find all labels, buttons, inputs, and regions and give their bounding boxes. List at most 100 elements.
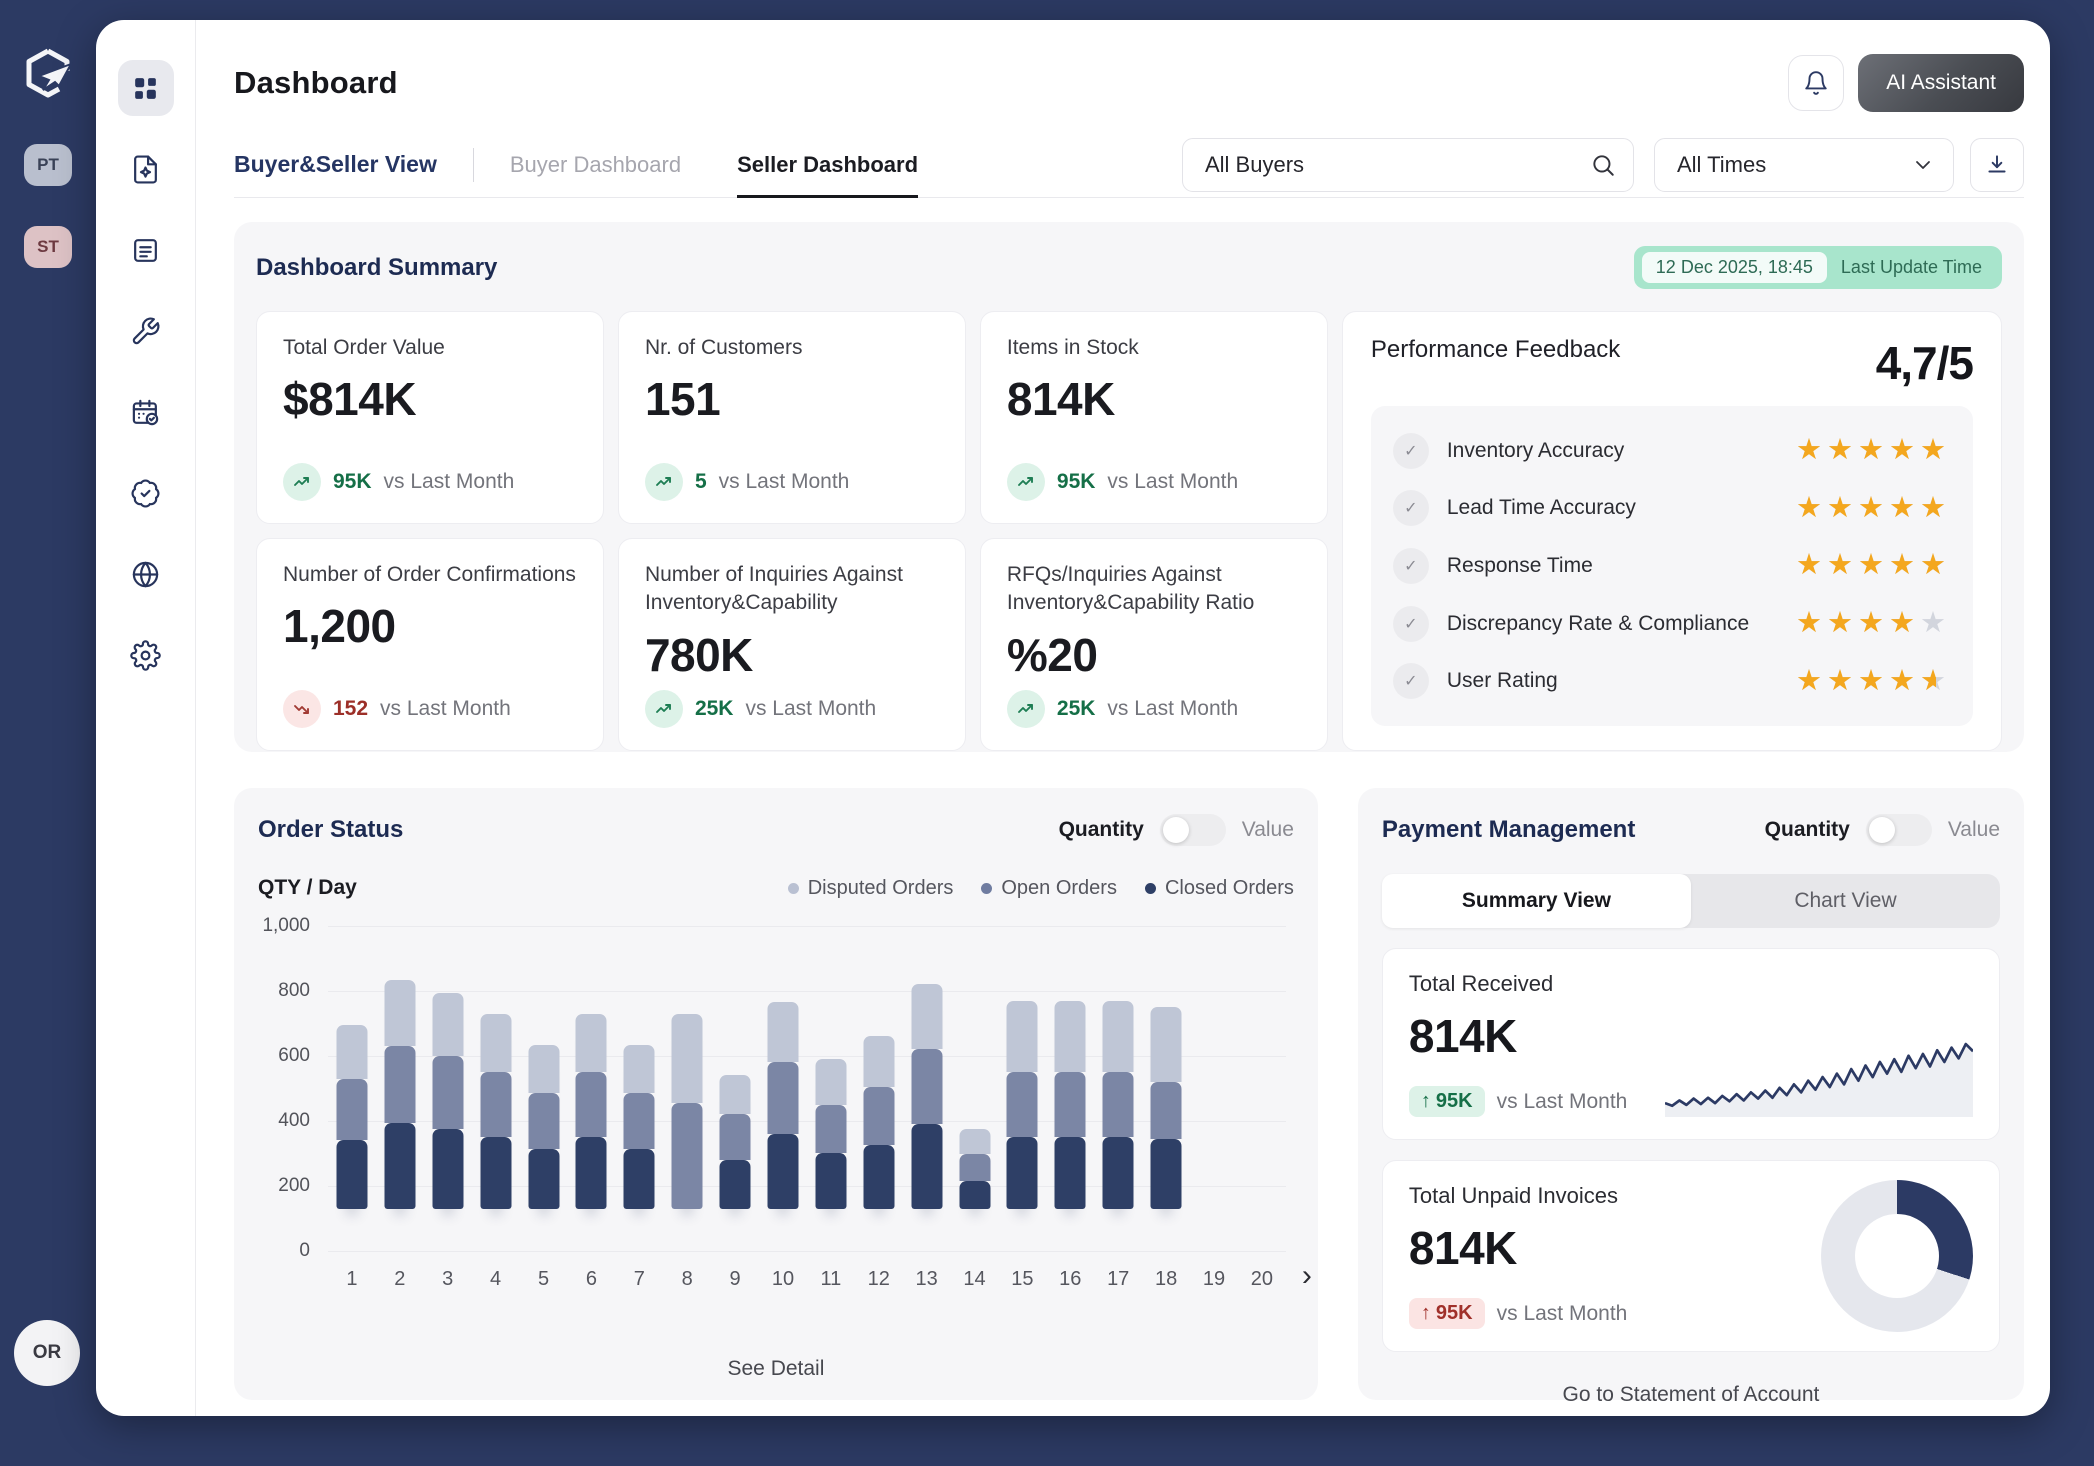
view-segmented-control: Summary View Chart View (1382, 874, 2000, 928)
performance-score: 4,7/5 (1876, 336, 1973, 390)
chart-legend: Disputed Orders Open Orders Closed Order… (788, 877, 1294, 900)
quantity-value-toggle[interactable] (1160, 814, 1226, 846)
workspace-pt-badge[interactable]: PT (24, 144, 72, 186)
star-rating: ★★★★★★★★★★ (1796, 667, 1951, 696)
delta-pill: ↑95K (1409, 1086, 1485, 1117)
arrow-up-icon: ↑ (1421, 1302, 1431, 1325)
workspace-st-badge[interactable]: ST (24, 226, 72, 268)
kpi-items-in-stock: Items in Stock 814K 95Kvs Last Month (980, 311, 1328, 524)
app-window: Dashboard AI Assistant Buyer&Seller View… (96, 20, 2050, 1416)
payment-quantity-value-toggle[interactable] (1866, 814, 1932, 846)
main-content: Dashboard AI Assistant Buyer&Seller View… (196, 20, 2050, 1416)
nav-dashboard-grid-icon[interactable] (118, 60, 174, 116)
feedback-row: ✓ Lead Time Accuracy ★★★★★★★★★★ (1393, 490, 1951, 526)
axis-label: QTY / Day (258, 876, 357, 900)
app-screen: PT ST OR (0, 0, 2094, 1466)
company-logo-icon[interactable] (19, 44, 77, 102)
nav-calendar-check-icon[interactable] (118, 384, 174, 440)
total-unpaid-card: Total Unpaid Invoices 814K ↑95K vs Last … (1382, 1160, 2000, 1352)
star-rating: ★★★★★★★★★★ (1796, 436, 1951, 465)
tabs-divider (473, 148, 474, 182)
unpaid-donut-chart (1821, 1180, 1973, 1332)
view-switch-label[interactable]: Buyer&Seller View (234, 151, 437, 178)
workspace-rail: PT ST OR (0, 0, 96, 1466)
last-update-label: Last Update Time (1841, 257, 1982, 278)
trend-down-icon (283, 690, 321, 728)
order-xlabels: 1234567891011121314151617181920 (328, 1268, 1286, 1291)
buyer-search (1182, 138, 1634, 192)
download-icon (1984, 152, 2010, 178)
tabs-row: Buyer&Seller View Buyer Dashboard Seller… (234, 132, 2024, 198)
trend-up-icon (645, 463, 683, 501)
tab-seller-dashboard[interactable]: Seller Dashboard (737, 132, 918, 197)
star-rating: ★★★★★★★★★★ (1796, 609, 1951, 638)
search-icon (1590, 152, 1616, 178)
performance-list: ✓ Inventory Accuracy ★★★★★★★★★★ ✓ Lead T… (1371, 406, 1973, 726)
summary-title: Dashboard Summary (256, 254, 497, 282)
tab-buyer-dashboard[interactable]: Buyer Dashboard (510, 132, 681, 197)
check-icon: ✓ (1393, 663, 1429, 699)
payment-management-panel: Payment Management Quantity Value Summar… (1358, 788, 2024, 1400)
performance-title: Performance Feedback (1371, 336, 1620, 364)
trend-up-icon (1007, 463, 1045, 501)
feedback-row: ✓ Discrepancy Rate & Compliance ★★★★★★★★… (1393, 606, 1951, 642)
trend-up-icon (645, 690, 683, 728)
received-sparkline (1665, 1017, 1973, 1117)
nav-notes-icon[interactable] (118, 222, 174, 278)
next-page-icon[interactable]: › (1296, 1260, 1318, 1292)
legend-open-orders[interactable]: Open Orders (981, 877, 1117, 900)
kpi-total-order-value: Total Order Value $814K 95Kvs Last Month (256, 311, 604, 524)
kpi-nr-customers: Nr. of Customers 151 5vs Last Month (618, 311, 966, 524)
nav-tools-icon[interactable] (118, 303, 174, 359)
trend-up-icon (283, 463, 321, 501)
dashboard-summary-panel: Dashboard Summary 12 Dec 2025, 18:45 Las… (234, 222, 2024, 752)
kpi-rfq-ratio: RFQs/Inquiries Against Inventory&Capabil… (980, 538, 1328, 751)
kpi-inquiries: Number of Inquiries Against Inventory&Ca… (618, 538, 966, 751)
search-input[interactable] (1182, 138, 1634, 192)
legend-closed-orders[interactable]: Closed Orders (1145, 877, 1294, 900)
ai-assistant-button[interactable]: AI Assistant (1858, 54, 2024, 112)
page-title: Dashboard (234, 65, 398, 101)
check-icon: ✓ (1393, 490, 1429, 526)
check-icon: ✓ (1393, 548, 1429, 584)
order-status-title: Order Status (258, 816, 403, 844)
order-ylabels: 1,0008006004002000 (258, 926, 310, 1251)
feedback-row: ✓ Response Time ★★★★★★★★★★ (1393, 548, 1951, 584)
performance-feedback-card: Performance Feedback 4,7/5 ✓ Inventory A… (1342, 311, 2002, 751)
user-avatar[interactable]: OR (14, 1320, 80, 1386)
tab-summary-view[interactable]: Summary View (1382, 874, 1691, 928)
arrow-up-icon: ↑ (1421, 1090, 1431, 1113)
star-rating: ★★★★★★★★★★ (1796, 551, 1951, 580)
feedback-row: ✓ Inventory Accuracy ★★★★★★★★★★ (1393, 433, 1951, 469)
check-icon: ✓ (1393, 606, 1429, 642)
time-filter-select[interactable]: All Times (1654, 138, 1954, 192)
kpi-order-confirmations: Number of Order Confirmations 1,200 152v… (256, 538, 604, 751)
nav-smart-document-icon[interactable] (118, 141, 174, 197)
last-update-badge: 12 Dec 2025, 18:45 Last Update Time (1634, 246, 2002, 289)
time-filter-value: All Times (1677, 152, 1766, 178)
kpi-grid: Total Order Value $814K 95Kvs Last Month… (256, 311, 1328, 751)
last-update-time: 12 Dec 2025, 18:45 (1642, 252, 1827, 283)
delta-pill: ↑95K (1409, 1298, 1485, 1329)
feedback-row: ✓ User Rating ★★★★★★★★★★ (1393, 663, 1951, 699)
check-icon: ✓ (1393, 433, 1429, 469)
see-detail-link[interactable]: See Detail (234, 1356, 1318, 1382)
tab-chart-view[interactable]: Chart View (1691, 874, 2000, 928)
order-bars (328, 926, 1286, 1251)
order-status-panel: Order Status Quantity Value QTY / Day Di… (234, 788, 1318, 1400)
nav-rail (96, 20, 196, 1416)
nav-quality-badge-icon[interactable] (118, 465, 174, 521)
order-status-chart: 1,0008006004002000 123456789101112131415… (258, 926, 1294, 1316)
nav-globe-icon[interactable] (118, 546, 174, 602)
chevron-down-icon (1911, 153, 1935, 177)
trend-up-icon (1007, 690, 1045, 728)
total-received-card: Total Received 814K ↑95K vs Last Month (1382, 948, 2000, 1140)
statement-of-account-link[interactable]: Go to Statement of Account (1557, 1382, 1826, 1408)
legend-disputed-orders[interactable]: Disputed Orders (788, 877, 954, 900)
notifications-button[interactable] (1788, 55, 1844, 111)
download-button[interactable] (1970, 138, 2024, 192)
star-rating: ★★★★★★★★★★ (1796, 494, 1951, 523)
nav-settings-gear-icon[interactable] (118, 627, 174, 683)
bell-icon (1803, 70, 1829, 96)
payment-title: Payment Management (1382, 816, 1635, 844)
